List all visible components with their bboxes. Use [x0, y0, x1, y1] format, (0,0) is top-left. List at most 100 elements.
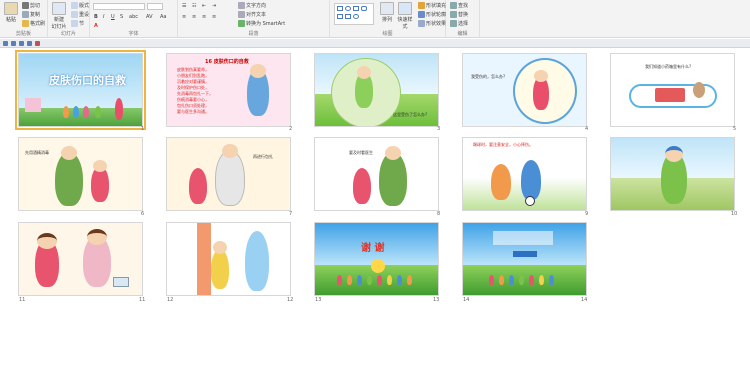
- slide-sorter: 皮肤伤口的自救 1 16 皮肤伤口的自救 皮肤划伤真要命， 小朋友们别乱跑， 沉…: [0, 48, 750, 379]
- slide-number: 14: [463, 297, 470, 303]
- slide-number: 13: [315, 297, 322, 303]
- redo-icon[interactable]: [19, 41, 24, 46]
- slide-caption: 这里受伤了怎么办?: [393, 112, 428, 117]
- slide-number: 14: [581, 297, 588, 303]
- slide-number: 4: [585, 126, 589, 132]
- section-button[interactable]: 节: [71, 20, 84, 27]
- slide-heading: 16 皮肤伤口的自救: [205, 59, 249, 65]
- start-slideshow-icon[interactable]: [27, 41, 32, 46]
- shape-effects-button[interactable]: 形状效果: [418, 20, 446, 27]
- slide-thumbnail-8[interactable]: 要及时看医生: [314, 137, 439, 211]
- slide-caption: 我们知道小药箱里有什么?: [645, 64, 692, 69]
- shape-outline-button[interactable]: 形状轮廓: [418, 11, 446, 18]
- slide-caption: 先用酒精消毒: [25, 150, 49, 155]
- clipboard-group: 粘贴 剪切 复制 格式刷 剪贴板: [0, 0, 48, 38]
- text-direction-button[interactable]: 文字方向: [238, 2, 266, 9]
- slide-number: 5: [733, 126, 737, 132]
- layout-button[interactable]: 版式: [71, 2, 89, 9]
- save-icon[interactable]: [3, 41, 8, 46]
- select-button[interactable]: 选择: [450, 20, 468, 27]
- new-slide-button[interactable]: 新建 幻灯片: [50, 2, 68, 30]
- slide-thumbnail-11[interactable]: [18, 222, 143, 296]
- shapes-gallery[interactable]: [334, 3, 374, 25]
- font-size-select[interactable]: [147, 3, 163, 10]
- medicine-box-illustration: [655, 88, 685, 102]
- slide-thumbnail-2[interactable]: 16 皮肤伤口的自救 皮肤划伤真要命， 小朋友们别乱跑， 沉着应对要谨慎， 及时…: [166, 53, 291, 127]
- char-spacing-button[interactable]: AV: [146, 14, 153, 20]
- girl-illustration: [211, 249, 229, 289]
- slide-thumbnail-7[interactable]: 再进行包扎: [166, 137, 291, 211]
- numbering-button[interactable]: ☷: [192, 3, 196, 9]
- editing-label: 编辑: [457, 31, 468, 37]
- slide-number: 3: [437, 126, 441, 132]
- slide-thumbnail-4[interactable]: 我受伤的，怎么办?: [462, 53, 587, 127]
- search-icon: [450, 2, 457, 9]
- editing-group: 查找 替换 选择 编辑: [446, 0, 480, 38]
- slide-title: 皮肤伤口的自救: [49, 74, 126, 87]
- slide-thumbnail-13[interactable]: 谢 谢: [314, 222, 439, 296]
- replace-button[interactable]: 替换: [450, 11, 468, 18]
- copy-icon: [22, 11, 29, 18]
- paragraph-group: ☰ ☷ ⇤ ⇥ ≡ ≡ ≡ ≡ 文字方向 对齐文本 转换为 SmartArt 段…: [178, 0, 330, 38]
- paragraph-label: 段落: [248, 31, 259, 37]
- football-icon: [525, 196, 535, 206]
- girl-illustration: [189, 168, 207, 204]
- boy-illustration: [491, 164, 511, 200]
- doctor-illustration: [55, 152, 83, 206]
- justify-button[interactable]: ≡: [212, 14, 216, 20]
- print-icon[interactable]: [35, 41, 40, 46]
- font-color-button[interactable]: A: [94, 23, 98, 29]
- underline-button[interactable]: U: [111, 14, 115, 20]
- slide-number: 8: [437, 211, 441, 217]
- align-text-button[interactable]: 对齐文本: [238, 11, 266, 18]
- slide-thumbnail-10[interactable]: [610, 137, 735, 211]
- bold-button[interactable]: B: [94, 14, 98, 20]
- drawing-label: 绘图: [382, 31, 393, 37]
- reset-button[interactable]: 重设: [71, 11, 89, 18]
- clipboard-label: 剪贴板: [15, 31, 31, 37]
- shadow-button[interactable]: S: [120, 14, 123, 20]
- bullets-button[interactable]: ☰: [182, 3, 186, 9]
- brush-icon: [22, 20, 29, 27]
- slide-caption: 要及时看医生: [349, 150, 373, 155]
- quick-access-toolbar: [0, 39, 750, 48]
- format-painter-button[interactable]: 格式刷: [22, 20, 45, 27]
- slide-thumbnail-12[interactable]: [166, 222, 291, 296]
- slide-number: 10: [731, 211, 738, 217]
- slide-number: 12: [167, 297, 174, 303]
- paste-button[interactable]: 粘贴: [2, 2, 20, 23]
- slide-caption: 再进行包扎: [253, 154, 273, 159]
- smartart-button[interactable]: 转换为 SmartArt: [238, 20, 285, 27]
- slide-thumbnail-3[interactable]: 这里受伤了怎么办?: [314, 53, 439, 127]
- slides-group: 新建 幻灯片 版式 重设 节 幻灯片: [48, 0, 90, 38]
- shape-fill-button[interactable]: 形状填充: [418, 2, 446, 9]
- slide-caption: 我受伤的，怎么办?: [471, 74, 506, 79]
- copy-button[interactable]: 复制: [22, 11, 40, 18]
- slide-thumbnail-14[interactable]: [462, 222, 587, 296]
- increase-indent-button[interactable]: ⇥: [212, 3, 216, 9]
- strikethrough-button[interactable]: abc: [129, 14, 138, 20]
- slide-number: 11: [139, 297, 146, 303]
- slide-thumbnail-6[interactable]: 先用酒精消毒: [18, 137, 143, 211]
- slide-thumbnail-5[interactable]: 我们知道小药箱里有什么?: [610, 53, 735, 127]
- font-name-select[interactable]: [93, 3, 145, 10]
- quick-styles-button[interactable]: 快速样式: [396, 2, 414, 30]
- arrange-button[interactable]: 排列: [378, 2, 396, 23]
- cut-button[interactable]: 剪切: [22, 2, 40, 9]
- change-case-button[interactable]: Aa: [160, 14, 166, 20]
- align-right-button[interactable]: ≡: [202, 14, 206, 20]
- undo-icon[interactable]: [11, 41, 16, 46]
- decrease-indent-button[interactable]: ⇤: [202, 3, 206, 9]
- find-button[interactable]: 查找: [450, 2, 468, 9]
- slide-number: 2: [289, 126, 293, 132]
- font-label: 字体: [128, 31, 139, 37]
- slide-number: 1: [141, 126, 145, 132]
- italic-button[interactable]: I: [103, 14, 104, 20]
- slide-number: 7: [289, 211, 293, 217]
- align-center-button[interactable]: ≡: [192, 14, 196, 20]
- slide-thumbnail-1[interactable]: 皮肤伤口的自救: [15, 50, 146, 130]
- slide-thumbnail-9[interactable]: 踢球时，要注意安全，小心摔伤。: [462, 137, 587, 211]
- slide-number: 11: [19, 297, 26, 303]
- align-left-button[interactable]: ≡: [182, 14, 186, 20]
- boy-illustration: [521, 160, 541, 200]
